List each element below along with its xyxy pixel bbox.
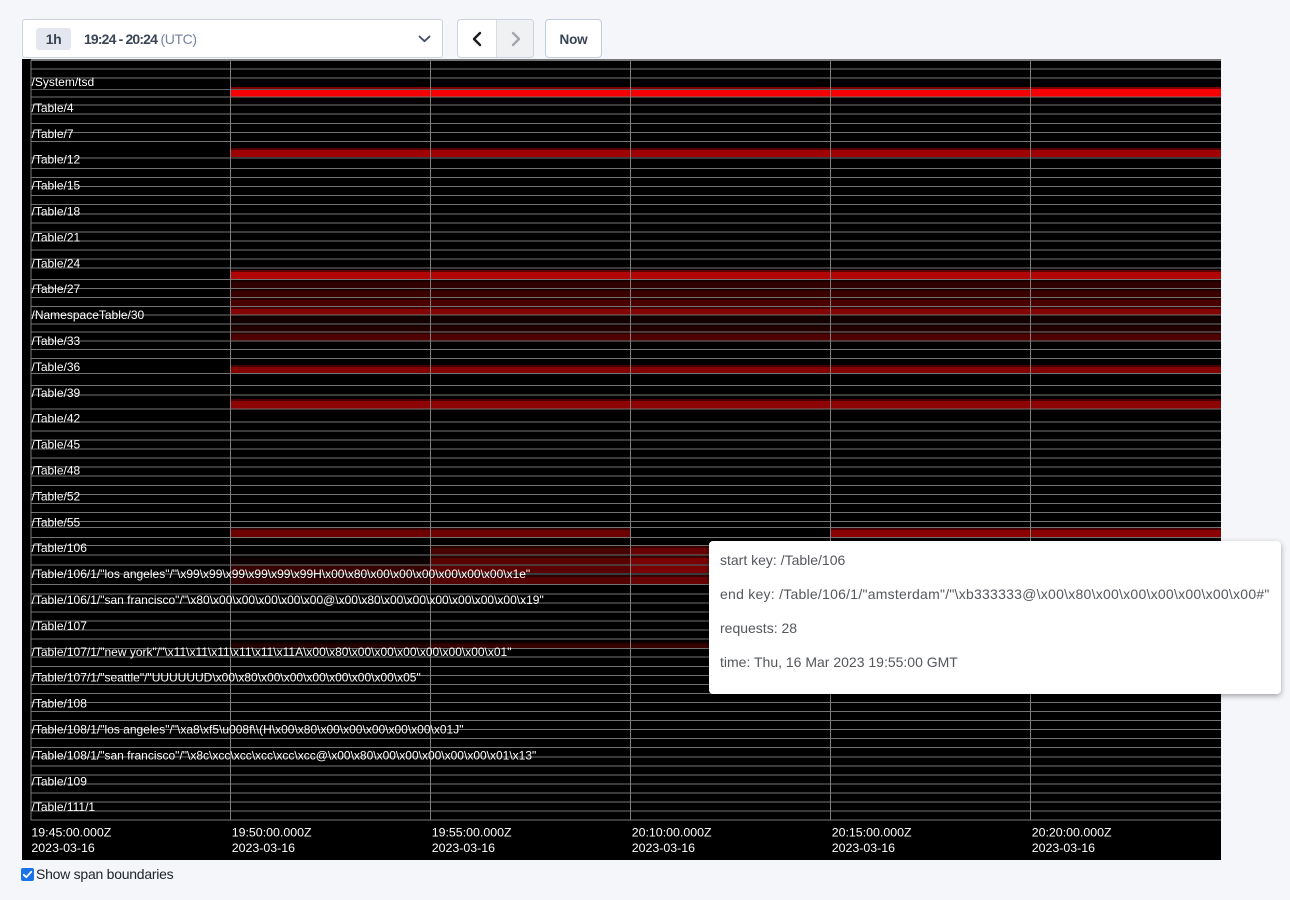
svg-text:20:20:00.000Z: 20:20:00.000Z — [1032, 825, 1112, 839]
svg-text:/Table/55: /Table/55 — [32, 515, 81, 529]
svg-text:/Table/108/1/"los angeles"/"\x: /Table/108/1/"los angeles"/"\xa8\xf5\u00… — [32, 722, 464, 736]
svg-text:/Table/15: /Table/15 — [32, 178, 81, 192]
svg-text:20:10:00.000Z: 20:10:00.000Z — [632, 825, 712, 839]
svg-text:/Table/24: /Table/24 — [32, 256, 81, 270]
svg-text:/Table/108: /Table/108 — [32, 696, 88, 710]
svg-text:/Table/108/1/"san francisco"/": /Table/108/1/"san francisco"/"\x8c\xcc\x… — [32, 748, 537, 762]
svg-text:2023-03-16: 2023-03-16 — [832, 840, 895, 854]
svg-text:/Table/42: /Table/42 — [32, 411, 81, 425]
svg-text:/Table/27: /Table/27 — [32, 282, 81, 296]
svg-text:2023-03-16: 2023-03-16 — [1032, 840, 1095, 854]
svg-text:/Table/111/1: /Table/111/1 — [32, 800, 96, 814]
svg-text:/Table/21: /Table/21 — [32, 230, 81, 244]
svg-text:/Table/106: /Table/106 — [32, 541, 88, 555]
svg-text:19:55:00.000Z: 19:55:00.000Z — [432, 825, 512, 839]
svg-text:/Table/39: /Table/39 — [32, 385, 81, 399]
svg-text:/Table/4: /Table/4 — [32, 100, 74, 114]
svg-text:/Table/107/1/"seattle"/"UUUUUU: /Table/107/1/"seattle"/"UUUUUUD\x00\x80\… — [32, 670, 421, 684]
svg-text:/NamespaceTable/30: /NamespaceTable/30 — [32, 308, 145, 322]
svg-text:/Table/36: /Table/36 — [32, 359, 81, 373]
svg-text:/Table/33: /Table/33 — [32, 334, 81, 348]
svg-text:/System/tsd: /System/tsd — [32, 75, 95, 89]
svg-text:/Table/12: /Table/12 — [32, 152, 81, 166]
svg-text:/Table/18: /Table/18 — [32, 204, 81, 218]
svg-text:2023-03-16: 2023-03-16 — [31, 840, 94, 854]
svg-text:19:50:00.000Z: 19:50:00.000Z — [232, 825, 312, 839]
svg-text:/Table/52: /Table/52 — [32, 489, 81, 503]
svg-text:/Table/109: /Table/109 — [32, 774, 88, 788]
svg-text:2023-03-16: 2023-03-16 — [632, 840, 695, 854]
svg-text:20:15:00.000Z: 20:15:00.000Z — [832, 825, 912, 839]
svg-text:/Table/106/1/"san francisco"/": /Table/106/1/"san francisco"/"\x80\x00\x… — [32, 593, 544, 607]
svg-text:2023-03-16: 2023-03-16 — [232, 840, 295, 854]
svg-text:/Table/48: /Table/48 — [32, 463, 81, 477]
svg-text:/Table/45: /Table/45 — [32, 437, 81, 451]
svg-text:19:45:00.000Z: 19:45:00.000Z — [31, 825, 111, 839]
svg-text:/Table/106/1/"los angeles"/"\x: /Table/106/1/"los angeles"/"\x99\x99\x99… — [32, 567, 531, 581]
svg-text:/Table/107/1/"new york"/"\x11\: /Table/107/1/"new york"/"\x11\x11\x11\x1… — [32, 644, 512, 658]
svg-text:/Table/7: /Table/7 — [32, 126, 74, 140]
svg-text:2023-03-16: 2023-03-16 — [432, 840, 495, 854]
svg-text:/Table/107: /Table/107 — [32, 618, 88, 632]
